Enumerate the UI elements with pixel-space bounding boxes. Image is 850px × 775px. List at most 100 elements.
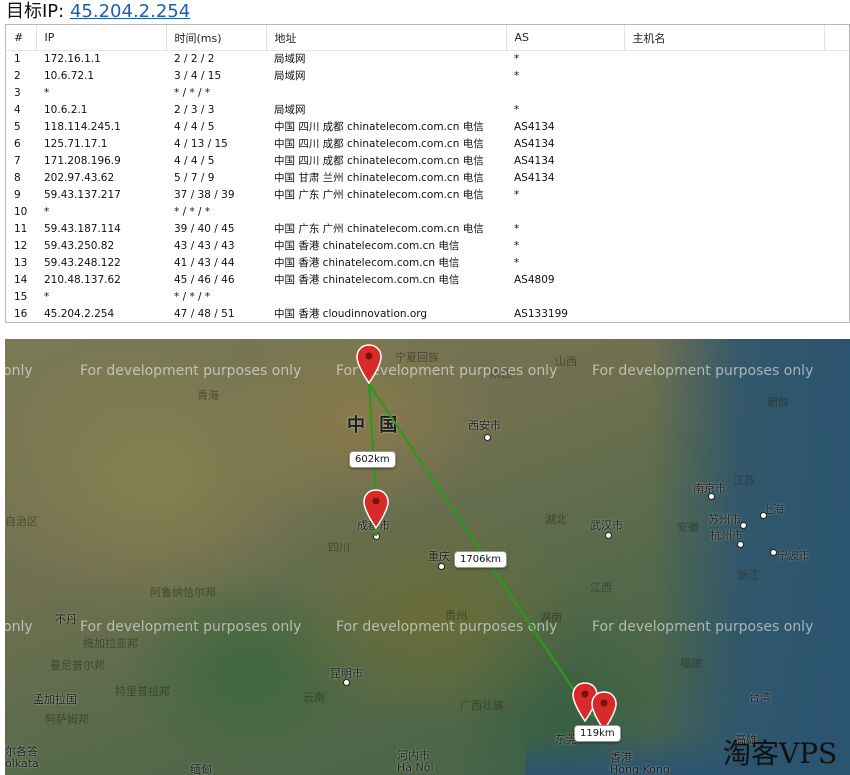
table-row[interactable]: 16 45.204.2.254 47 / 48 / 51 中国 香港 cloudinn… [6,306,849,322]
cell-spacer [824,255,849,272]
cell-addr [266,289,506,306]
cell-host [624,85,824,102]
cell-spacer [824,119,849,136]
cell-time: 47 / 48 / 51 [174,308,235,321]
cell-addr [266,204,506,221]
cell-as: AS133199 [514,308,568,321]
cell-host [624,153,824,170]
cell-n: 11 [14,223,28,236]
col-header-hostname[interactable]: 主机名 [624,25,825,51]
cell-time: 2 / 2 / 2 [174,53,215,66]
table-row[interactable]: 11 59.43.187.114 39 / 40 / 45 中国 广东 广州 chin… [6,221,849,238]
cell-n: 14 [14,274,28,287]
table-row[interactable]: 2 10.6.72.1 3 / 4 / 15 局域网 * [6,68,849,85]
col-header-index[interactable]: # [6,25,37,51]
cell-time: * / * / * [174,87,211,100]
table-row[interactable]: 13 59.43.248.122 41 / 43 / 44 中国 香港 chinate… [6,255,849,272]
cell-as [506,289,624,306]
cell-ip: 59.43.250.82 [44,240,115,253]
cell-time: 4 / 4 / 5 [174,121,215,134]
cell-ip: 125.71.17.1 [44,138,108,151]
cell-ip: 10.6.2.1 [44,104,88,117]
cell-n: 5 [14,121,21,134]
cell-as: * [514,223,520,236]
map-pin-chengdu[interactable] [363,489,389,529]
cell-ip: 172.16.1.1 [44,53,101,66]
cell-time: 3 / 4 / 15 [174,70,222,83]
table-body: 1 172.16.1.1 2 / 2 / 2 局域网 * 2 10.6.72.1 3 / 4 … [6,51,849,323]
cell-time: 2 / 3 / 3 [174,104,215,117]
table-row[interactable]: 3 * * / * / * [6,85,849,102]
cell-ip: 10.6.72.1 [44,70,95,83]
cell-as [506,85,624,102]
col-header-address[interactable]: 地址 [266,25,507,51]
cell-n: 12 [14,240,28,253]
site-logo: 淘客VPS [723,737,838,770]
cell-n: 6 [14,138,21,151]
map-pin-lanzhou[interactable] [356,344,382,384]
table-row[interactable]: 4 10.6.2.1 2 / 3 / 3 局域网 * [6,102,849,119]
col-header-time[interactable]: 时间(ms) [166,25,267,51]
cell-n: 4 [14,104,21,117]
table-row[interactable]: 15 * * / * / * [6,289,849,306]
cell-addr: 中国 香港 chinatelecom.com.cn 电信 [274,257,460,270]
cell-as: AS4134 [514,155,555,168]
cell-n: 16 [14,308,28,321]
cell-spacer [824,51,849,68]
cell-ip: 59.43.187.114 [44,223,121,236]
table-row[interactable]: 6 125.71.17.1 4 / 13 / 15 中国 四川 成都 chinatel… [6,136,849,153]
cell-n: 2 [14,70,21,83]
target-ip-label: 目标IP: [6,1,65,22]
cell-as: AS4134 [514,172,555,185]
cell-spacer [824,136,849,153]
table-header-row: # IP 时间(ms) 地址 AS 主机名 [6,25,849,51]
table-row[interactable]: 10 * * / * / * [6,204,849,221]
cell-time: 4 / 4 / 5 [174,155,215,168]
cell-ip: 59.43.248.122 [44,257,121,270]
cell-ip: 210.48.137.62 [44,274,121,287]
cell-as: AS4809 [514,274,555,287]
cell-host [624,204,824,221]
table-row[interactable]: 5 118.114.245.1 4 / 4 / 5 中国 四川 成都 chinatel… [6,119,849,136]
cell-ip: 59.43.137.217 [44,189,121,202]
cell-ip: * [44,206,50,219]
cell-spacer [824,68,849,85]
cell-ip: 171.208.196.9 [44,155,121,168]
cell-spacer [824,153,849,170]
cell-spacer [824,187,849,204]
cell-host [624,51,824,68]
table-row[interactable]: 14 210.48.137.62 45 / 46 / 46 中国 香港 chinate… [6,272,849,289]
cell-spacer [824,238,849,255]
cell-addr: 中国 甘肃 兰州 chinatelecom.com.cn 电信 [274,172,484,185]
cell-host [624,272,824,289]
cell-time: * / * / * [174,291,211,304]
cell-time: 43 / 43 / 43 [174,240,235,253]
col-header-ip[interactable]: IP [36,25,167,51]
table-row[interactable]: 8 202.97.43.62 5 / 7 / 9 中国 甘肃 兰州 chinatele… [6,170,849,187]
cell-n: 1 [14,53,21,66]
cell-ip: 118.114.245.1 [44,121,121,134]
table-row[interactable]: 1 172.16.1.1 2 / 2 / 2 局域网 * [6,51,849,68]
cell-as [506,204,624,221]
distance-label-1706: 1706km [454,551,507,568]
target-ip-link[interactable]: 45.204.2.254 [70,1,190,22]
distance-label-119: 119km [574,725,621,742]
cell-n: 3 [14,87,21,100]
cell-as: AS4134 [514,138,555,151]
cell-addr: 局域网 [274,70,306,83]
table-row[interactable]: 12 59.43.250.82 43 / 43 / 43 中国 香港 chinatel… [6,238,849,255]
cell-as: * [514,53,520,66]
cell-host [624,136,824,153]
cell-host [624,68,824,85]
table-row[interactable]: 7 171.208.196.9 4 / 4 / 5 中国 四川 成都 chinatel… [6,153,849,170]
cell-spacer [824,306,849,322]
cell-spacer [824,289,849,306]
col-header-as[interactable]: AS [506,25,625,51]
cell-ip: 45.204.2.254 [44,308,115,321]
route-map[interactable]: 宁夏回族 山西 陕西 青海 自治区 四川 湖北 安徽 江苏 浙江 江西 福建 广… [5,339,850,775]
route-lines [367,383,604,722]
table-row[interactable]: 9 59.43.137.217 37 / 38 / 39 中国 广东 广州 china… [6,187,849,204]
cell-as: * [514,240,520,253]
cell-as: * [514,104,520,117]
cell-host [624,289,824,306]
